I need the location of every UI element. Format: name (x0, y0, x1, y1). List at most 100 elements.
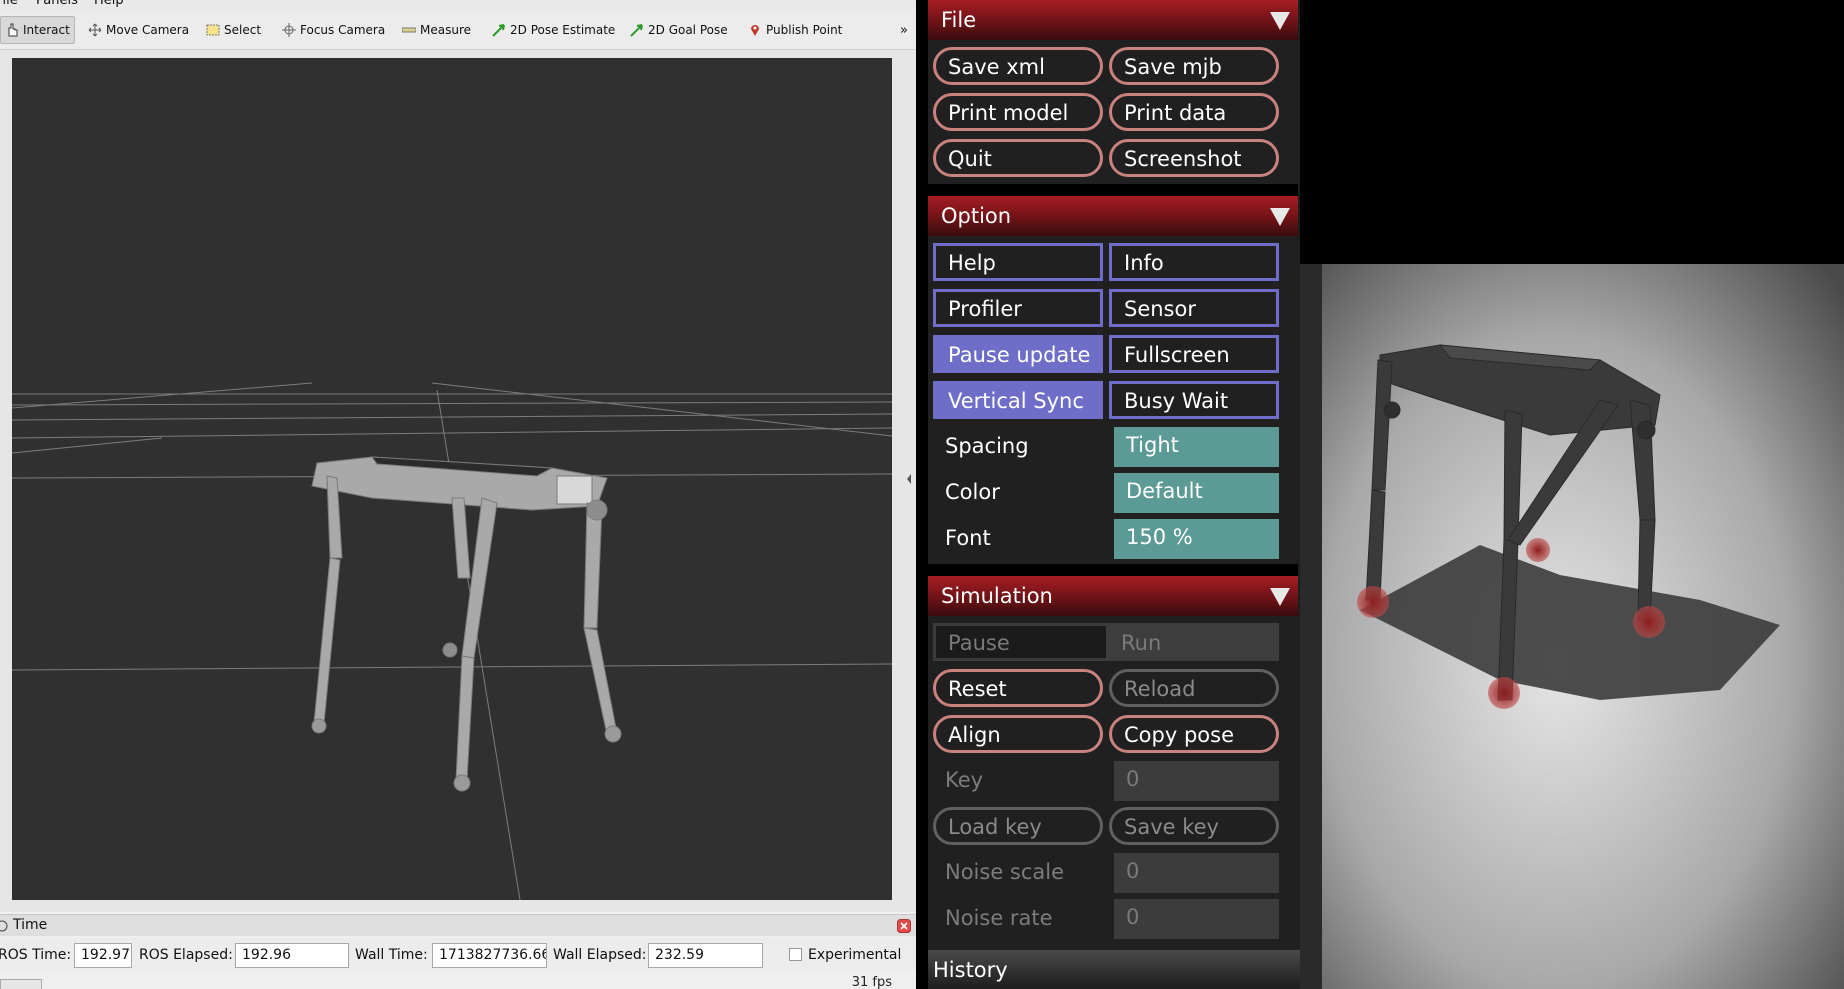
section-simulation-title: Simulation (941, 584, 1053, 608)
tool-2d-pose-estimate[interactable]: 2D Pose Estimate (492, 16, 615, 44)
section-file-header[interactable]: File (928, 0, 1300, 40)
collapse-triangle-icon (1270, 208, 1290, 226)
busy-wait-toggle[interactable]: Busy Wait (1109, 381, 1279, 419)
font-select[interactable]: 150 % (1114, 519, 1279, 559)
toolbar-overflow-button[interactable]: » (900, 16, 908, 44)
foot-contact-marker (1526, 538, 1550, 562)
font-label: Font (945, 526, 991, 550)
ros-elapsed-field[interactable]: 192.96 (235, 943, 349, 968)
section-history-header[interactable]: History (928, 950, 1300, 989)
foot-contact-marker (1357, 586, 1389, 618)
time-panel-title: Time (13, 917, 48, 933)
hand-pointer-icon (8, 23, 18, 37)
noise-scale-field[interactable]: 0 (1114, 853, 1279, 893)
info-toggle[interactable]: Info (1109, 243, 1279, 281)
key-slider[interactable]: 0 (1114, 761, 1279, 801)
print-model-button[interactable]: Print model (933, 93, 1103, 131)
tool-select[interactable]: Select (206, 16, 261, 44)
tool-label-2d-goal-pose: 2D Goal Pose (648, 23, 728, 37)
noise-scale-label: Noise scale (945, 860, 1065, 884)
color-select[interactable]: Default (1114, 473, 1279, 513)
panel-splitter-handle[interactable] (904, 58, 914, 900)
section-file-title: File (941, 8, 977, 32)
focus-crosshair-icon (282, 23, 296, 37)
section-option-title: Option (941, 204, 1012, 228)
align-button[interactable]: Align (933, 715, 1103, 753)
menu-help[interactable]: Help (94, 0, 124, 8)
tool-2d-goal-pose[interactable]: 2D Goal Pose (630, 16, 728, 44)
save-xml-button[interactable]: Save xml (933, 47, 1103, 85)
run-radio[interactable]: Run (1106, 623, 1279, 661)
color-label: Color (945, 480, 1000, 504)
rviz-grid-and-robot (12, 382, 892, 900)
tool-interact[interactable]: Interact (0, 16, 75, 44)
desktop: File Panels Help Interact Move Camera Se… (0, 0, 1844, 989)
rviz-3d-viewport[interactable] (12, 58, 892, 900)
screenshot-button[interactable]: Screenshot (1109, 139, 1279, 177)
wall-time-label: Wall Time: (355, 947, 428, 963)
spacing-select[interactable]: Tight (1114, 427, 1279, 467)
section-simulation-body: Pause Run Reset Reload Align Copy pose K… (928, 616, 1300, 976)
experimental-label: Experimental (808, 947, 902, 963)
section-option-header[interactable]: Option (928, 196, 1300, 236)
collapse-triangle-icon (1270, 588, 1290, 606)
pause-radio[interactable]: Pause (933, 623, 1106, 661)
copy-pose-button[interactable]: Copy pose (1109, 715, 1279, 753)
noise-rate-field[interactable]: 0 (1114, 899, 1279, 939)
menu-file[interactable]: File (0, 0, 18, 8)
tool-label-publish-point: Publish Point (766, 23, 843, 37)
tool-label-2d-pose-estimate: 2D Pose Estimate (510, 23, 616, 37)
print-data-button[interactable]: Print data (1109, 93, 1279, 131)
reset-button[interactable] (0, 979, 42, 989)
green-arrow-icon (492, 24, 505, 37)
tool-focus-camera[interactable]: Focus Camera (282, 16, 385, 44)
section-simulation-header[interactable]: Simulation (928, 576, 1300, 616)
time-panel-row: ROS Time: 192.97 ROS Elapsed: 192.96 Wal… (0, 938, 916, 972)
vertical-sync-toggle[interactable]: Vertical Sync (933, 381, 1103, 419)
tool-label-interact: Interact (23, 23, 70, 37)
fps-readout: 31 fps (851, 975, 892, 989)
wall-elapsed-field[interactable]: 232.59 (648, 943, 763, 968)
time-panel-header: Time (0, 914, 916, 936)
sensor-toggle[interactable]: Sensor (1109, 289, 1279, 327)
ros-time-field[interactable]: 192.97 (74, 943, 132, 968)
collapse-arrow-icon (907, 474, 911, 484)
close-panel-icon[interactable] (897, 919, 911, 933)
quit-button[interactable]: Quit (933, 139, 1103, 177)
green-arrow-icon (630, 24, 643, 37)
save-key-button[interactable]: Save key (1109, 807, 1279, 845)
ruler-icon (402, 27, 416, 33)
tool-label-select: Select (224, 23, 262, 37)
tool-publish-point[interactable]: Publish Point (748, 16, 842, 44)
key-label: Key (945, 768, 984, 792)
tool-label-focus-camera: Focus Camera (300, 23, 386, 37)
mujoco-ui-panel: File Save xml Save mjb Print model Print… (916, 0, 1300, 989)
fullscreen-toggle[interactable]: Fullscreen (1109, 335, 1279, 373)
experimental-checkbox[interactable] (789, 948, 802, 961)
reload-button[interactable]: Reload (1109, 669, 1279, 707)
reset-sim-button[interactable]: Reset (933, 669, 1103, 707)
help-toggle[interactable]: Help (933, 243, 1103, 281)
save-mjb-button[interactable]: Save mjb (1109, 47, 1279, 85)
rviz-toolbar: Interact Move Camera Select Focus Camera… (0, 10, 916, 50)
ros-time-label: ROS Time: (0, 947, 72, 963)
menu-panels[interactable]: Panels (36, 0, 78, 8)
wall-elapsed-label: Wall Elapsed: (553, 947, 647, 963)
profiler-toggle[interactable]: Profiler (933, 289, 1103, 327)
map-pin-icon (751, 25, 759, 36)
select-box-icon (206, 24, 220, 36)
pause-update-toggle[interactable]: Pause update (933, 335, 1103, 373)
tool-label-measure: Measure (420, 23, 471, 37)
rviz-window: File Panels Help Interact Move Camera Se… (0, 0, 916, 989)
wall-time-field[interactable]: 1713827736.66 (432, 943, 547, 968)
tool-move-camera[interactable]: Move Camera (88, 16, 189, 44)
load-key-button[interactable]: Load key (933, 807, 1103, 845)
tool-measure[interactable]: Measure (402, 16, 471, 44)
ros-elapsed-label: ROS Elapsed: (139, 947, 233, 963)
rviz-menubar: File Panels Help (0, 0, 916, 10)
section-history-title: History (933, 958, 1008, 982)
move-camera-icon (88, 23, 102, 37)
mujoco-3d-scene[interactable] (1300, 0, 1844, 989)
time-panel-icon (0, 920, 8, 932)
collapse-triangle-icon (1270, 12, 1290, 30)
